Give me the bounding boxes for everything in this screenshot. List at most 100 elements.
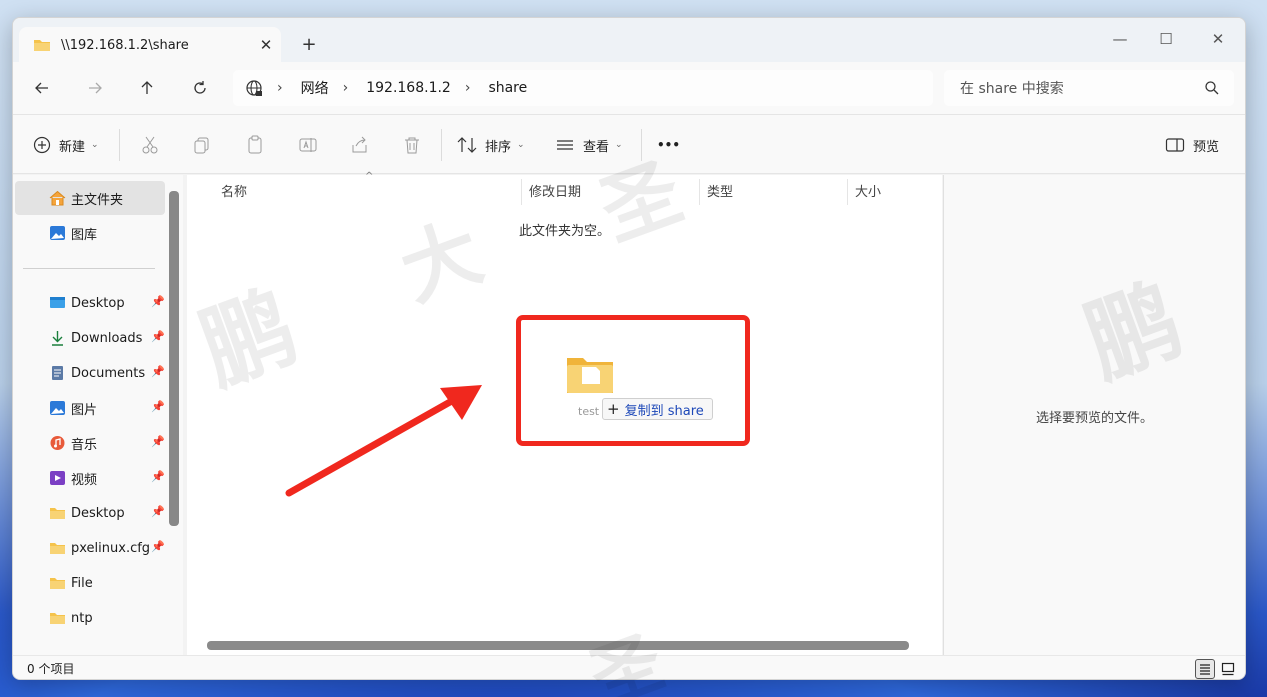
sidebar-item-home[interactable]: 主文件夹: [15, 181, 165, 215]
music-icon: [50, 436, 65, 450]
sidebar-item-pxelinux[interactable]: pxelinux.cfg 📌: [15, 531, 165, 565]
preview-message: 选择要预览的文件。: [1036, 411, 1154, 426]
column-divider[interactable]: [699, 179, 700, 205]
column-header-name[interactable]: 名称: [221, 181, 247, 200]
sidebar-item-documents[interactable]: Documents 📌: [15, 356, 165, 390]
sidebar-scrollbar[interactable]: [169, 191, 179, 526]
drag-tooltip-text: 复制到 share: [624, 403, 704, 419]
pin-icon[interactable]: 📌: [151, 330, 165, 343]
copy-button[interactable]: [189, 129, 215, 161]
sidebar-item-downloads[interactable]: Downloads 📌: [15, 321, 165, 355]
sidebar-item-pictures[interactable]: 图片 📌: [15, 391, 165, 425]
sidebar-divider: [23, 268, 155, 269]
pin-icon[interactable]: 📌: [151, 400, 165, 413]
pictures-icon: [50, 401, 65, 415]
drag-copy-tooltip: + 复制到 share: [602, 398, 713, 420]
breadcrumb-network[interactable]: 网络: [301, 78, 329, 98]
tab-share[interactable]: \\192.168.1.2\share ✕: [19, 27, 281, 63]
tiles-view-icon: [1221, 662, 1235, 676]
more-options-button[interactable]: •••: [657, 129, 680, 161]
column-header-size[interactable]: 大小: [855, 181, 881, 200]
sidebar-label: 主文件夹: [71, 192, 124, 208]
pin-icon[interactable]: 📌: [151, 540, 165, 553]
horizontal-scrollbar[interactable]: [207, 641, 909, 650]
search-placeholder: 在 share 中搜索: [960, 81, 1064, 97]
sidebar-label: 图片: [71, 402, 98, 418]
column-header-type[interactable]: 类型: [707, 181, 733, 200]
back-arrow-icon: [35, 82, 48, 94]
chevron-right-icon[interactable]: ›: [465, 80, 471, 96]
details-view-button[interactable]: [1195, 659, 1215, 679]
sidebar-item-desktop[interactable]: Desktop 📌: [15, 286, 165, 320]
toolbar-divider: [641, 129, 642, 161]
chevron-right-icon[interactable]: ›: [343, 80, 349, 96]
cut-button[interactable]: [137, 129, 163, 161]
back-button[interactable]: [27, 74, 57, 102]
pin-icon[interactable]: 📌: [151, 470, 165, 483]
sidebar-item-folder-desktop[interactable]: Desktop 📌: [15, 496, 165, 530]
sidebar-label: 视频: [71, 472, 98, 488]
pin-icon[interactable]: 📌: [151, 435, 165, 448]
new-button[interactable]: 新建 ⌄: [33, 129, 99, 161]
column-divider[interactable]: [521, 179, 522, 205]
sidebar-item-videos[interactable]: 视频 📌: [15, 461, 165, 495]
folder-icon: [50, 613, 65, 624]
highlight-box: [516, 315, 750, 446]
search-input[interactable]: 在 share 中搜索: [944, 70, 1234, 106]
sidebar-item-ntp[interactable]: ntp: [15, 601, 165, 635]
forward-arrow-icon: [89, 82, 102, 94]
sidebar-label: Downloads: [71, 330, 143, 346]
column-divider[interactable]: [847, 179, 848, 205]
pin-icon[interactable]: 📌: [151, 365, 165, 378]
breadcrumb-share[interactable]: share: [488, 80, 527, 96]
close-window-button[interactable]: ✕: [1195, 24, 1241, 54]
forward-button[interactable]: [80, 74, 110, 102]
up-button[interactable]: [132, 74, 162, 102]
share-button[interactable]: [347, 129, 373, 161]
tab-close-icon[interactable]: ✕: [251, 36, 281, 54]
sort-button[interactable]: 排序 ⌄: [457, 129, 525, 161]
sidebar-item-music[interactable]: 音乐 📌: [15, 426, 165, 460]
maximize-button[interactable]: ☐: [1143, 24, 1189, 54]
folder-icon: [34, 40, 50, 51]
breadcrumb-host[interactable]: 192.168.1.2: [366, 80, 451, 96]
folder-icon: [50, 578, 65, 589]
address-bar[interactable]: › 网络 › 192.168.1.2 › share: [233, 70, 933, 106]
view-button[interactable]: 查看 ⌄: [555, 129, 623, 161]
preview-label: 预览: [1193, 139, 1220, 155]
home-icon: [49, 190, 66, 206]
view-lines-icon: [557, 140, 573, 150]
sidebar-label: pxelinux.cfg: [71, 540, 151, 556]
status-bar: 0 个项目: [13, 655, 1245, 679]
command-bar: 新建 ⌄ 排序 ⌄ 查看 ⌄ ••• 预览: [13, 114, 1245, 174]
paste-button[interactable]: [242, 129, 268, 161]
folder-icon: [50, 508, 65, 519]
chevron-down-icon: ⌄: [91, 140, 99, 150]
rename-button[interactable]: [295, 129, 321, 161]
gallery-icon: [50, 226, 65, 240]
plus-icon: +: [607, 400, 620, 418]
up-arrow-icon: [141, 81, 153, 94]
sidebar-item-gallery[interactable]: 图库: [15, 216, 165, 250]
minimize-button[interactable]: —: [1097, 24, 1143, 54]
item-count: 0 个项目: [27, 662, 75, 676]
new-tab-button[interactable]: +: [299, 34, 319, 55]
preview-pane-button[interactable]: 预览: [1165, 129, 1219, 161]
sidebar-label: Documents: [71, 365, 146, 381]
documents-icon: [52, 366, 63, 380]
sort-label: 排序: [485, 139, 512, 155]
sort-ascending-icon: ^: [365, 171, 374, 182]
dragged-folder-label: test: [578, 405, 600, 418]
refresh-button[interactable]: [185, 74, 215, 102]
column-header-date[interactable]: 修改日期: [529, 181, 581, 200]
sidebar-label: Desktop: [71, 295, 125, 311]
copy-icon: [194, 137, 209, 154]
tiles-view-button[interactable]: [1218, 659, 1238, 679]
empty-folder-message: 此文件夹为空。: [519, 224, 611, 239]
pin-icon[interactable]: 📌: [151, 295, 165, 308]
download-icon: [52, 331, 63, 346]
delete-button[interactable]: [399, 129, 425, 161]
sidebar-label: 图库: [71, 227, 98, 243]
pin-icon[interactable]: 📌: [151, 505, 165, 518]
sidebar-item-file[interactable]: File: [15, 566, 165, 600]
